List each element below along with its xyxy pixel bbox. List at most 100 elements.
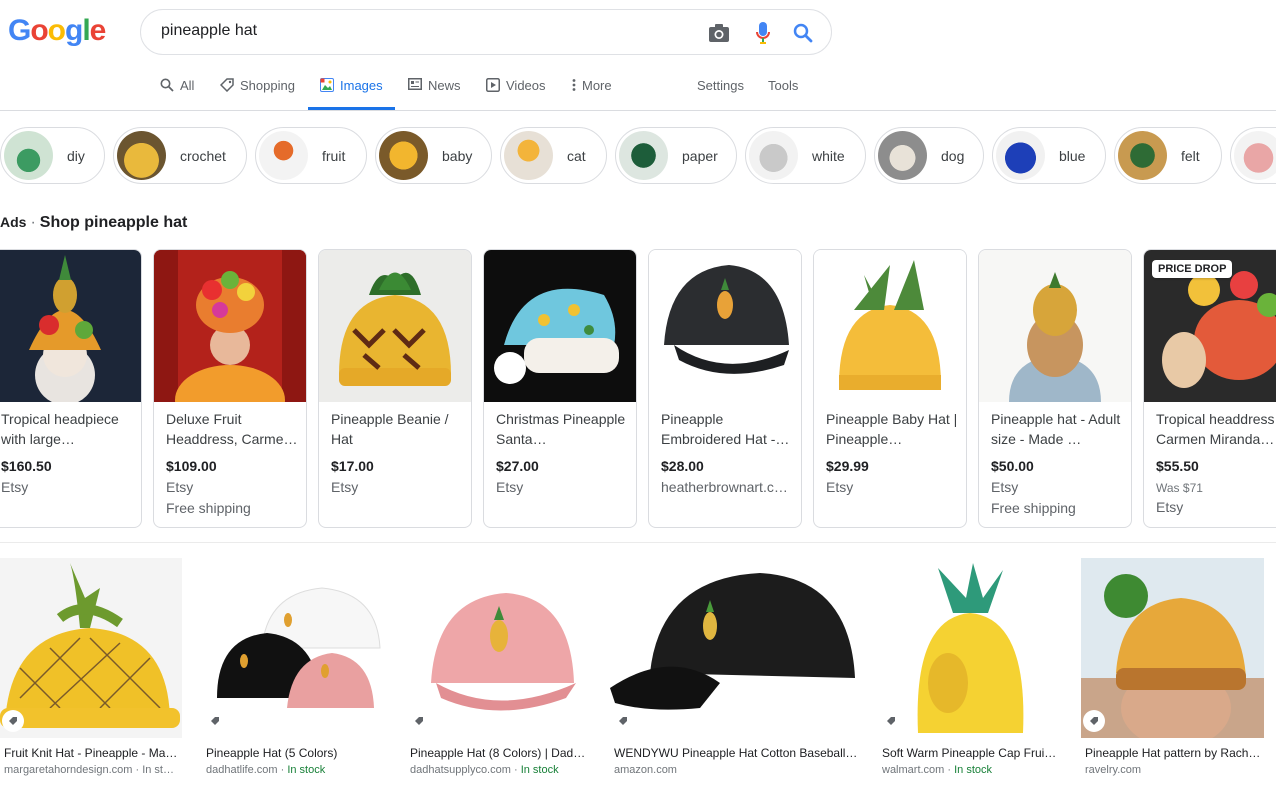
tab-label: Images	[340, 78, 383, 93]
separator: ·	[30, 214, 36, 231]
chip-cat[interactable]: cat	[500, 127, 607, 184]
result-source: margaretahorndesign.com · In st…	[4, 764, 174, 776]
ad-shipping: Free shipping	[166, 500, 251, 516]
result-title: Fruit Knit Hat - Pineapple - Ma…	[4, 746, 178, 760]
chip-white[interactable]: white	[745, 127, 866, 184]
ad-card[interactable]: Pineapple Embroidered Hat -… $28.00 heat…	[648, 249, 802, 528]
result-image	[610, 558, 858, 738]
ad-title: Tropical headpiece with large…	[1, 411, 119, 447]
ad-card[interactable]: PRICE DROP Tropical headdress Carmen Mir…	[1143, 249, 1276, 528]
product-tag-icon	[204, 710, 226, 732]
ad-store: Etsy	[331, 479, 359, 495]
product-tag-icon	[1083, 710, 1105, 732]
chip-fruit[interactable]: fruit	[255, 127, 367, 184]
chip-crochet[interactable]: crochet	[113, 127, 247, 184]
tab-all[interactable]: All	[160, 78, 194, 110]
chip-dog[interactable]: dog	[874, 127, 984, 184]
ad-shipping: Free shipping	[991, 500, 1076, 516]
tab-label: Tools	[768, 78, 799, 93]
chip-thumbnail	[379, 131, 428, 180]
shop-title: Shop pineapple hat	[39, 214, 188, 231]
image-result[interactable]: Pineapple Hat (8 Colors) | Dad… dadhatsu…	[406, 558, 590, 776]
ad-title: Pineapple Baby Hat | Pineapple…	[826, 411, 958, 447]
tab-news[interactable]: News	[408, 78, 461, 110]
search-icon[interactable]	[791, 21, 815, 45]
logo-letter: o	[47, 14, 66, 47]
tab-images[interactable]: Images	[308, 78, 395, 110]
ad-card[interactable]: Christmas Pineapple Santa… $27.00 Etsy	[483, 249, 637, 528]
ads-heading: Ads · Shop pineapple hat	[0, 214, 187, 232]
ad-price: $17.00	[331, 458, 374, 474]
chip-baby[interactable]: baby	[375, 127, 492, 184]
image-result[interactable]: Pineapple Hat pattern by Rach… ravelry.c…	[1081, 558, 1264, 776]
image-result[interactable]: Soft Warm Pineapple Cap Frui… walmart.co…	[878, 558, 1061, 776]
ad-store: Etsy	[826, 479, 854, 495]
ad-card[interactable]: Pineapple Beanie / Hat $17.00 Etsy	[318, 249, 472, 528]
chip-felt[interactable]: felt	[1114, 127, 1222, 184]
chip-label: fruit	[322, 147, 346, 164]
tag-icon	[220, 78, 234, 92]
ad-store: Etsy	[1, 479, 29, 495]
logo-letter: G	[8, 14, 31, 47]
result-image	[406, 558, 590, 738]
ads-label: Ads	[0, 214, 27, 230]
image-result[interactable]: WENDYWU Pineapple Hat Cotton Baseball… a…	[610, 558, 858, 776]
mic-icon[interactable]	[751, 21, 775, 45]
ad-store: Etsy	[991, 479, 1019, 495]
chip-label: baby	[442, 147, 473, 164]
chip-label: diy	[67, 147, 85, 164]
ad-card[interactable]: Pineapple hat - Adult size - Made … $50.…	[978, 249, 1132, 528]
chip-thumbnail	[117, 131, 166, 180]
result-source: walmart.com · In stock	[882, 764, 993, 776]
result-image	[1081, 558, 1264, 738]
chip-more-partial[interactable]	[1230, 127, 1276, 184]
result-source: dadhatlife.com · In stock	[206, 764, 326, 776]
image-result[interactable]: Fruit Knit Hat - Pineapple - Ma… margare…	[0, 558, 182, 776]
search-icon	[160, 78, 174, 92]
ad-card[interactable]: Deluxe Fruit Headdress, Carme… $109.00 E…	[153, 249, 307, 528]
tab-videos[interactable]: Videos	[486, 78, 546, 110]
chip-blue[interactable]: blue	[992, 127, 1106, 184]
search-input[interactable]	[161, 22, 681, 40]
chip-paper[interactable]: paper	[615, 127, 737, 184]
product-image	[484, 250, 636, 402]
chip-thumbnail	[878, 131, 927, 180]
tab-more[interactable]: More	[572, 78, 612, 110]
tab-label: Videos	[506, 78, 546, 93]
chip-label: white	[812, 147, 845, 164]
tab-shopping[interactable]: Shopping	[220, 78, 295, 110]
ad-price: $27.00	[496, 458, 539, 474]
product-image	[154, 250, 306, 435]
result-source: ravelry.com	[1085, 764, 1142, 776]
more-vertical-icon	[572, 79, 576, 91]
logo-letter: e	[89, 14, 107, 47]
tab-label: News	[428, 78, 461, 93]
camera-icon[interactable]	[707, 21, 731, 45]
ad-price: $160.50	[1, 458, 52, 474]
result-source: amazon.com	[614, 764, 677, 776]
image-result[interactable]: Pineapple Hat (5 Colors) dadhatlife.com …	[202, 558, 386, 776]
ad-price: $29.99	[826, 458, 869, 474]
settings-link[interactable]: Settings	[697, 78, 744, 110]
google-logo[interactable]: Google	[8, 14, 107, 48]
ad-card[interactable]: Tropical headpiece with large… $160.50 E…	[0, 249, 142, 528]
ad-title: Pineapple Embroidered Hat -…	[661, 411, 790, 447]
chip-label: blue	[1059, 147, 1086, 164]
ad-price: $109.00	[166, 458, 217, 474]
ad-was-price: Was $71	[1156, 481, 1203, 495]
product-image	[814, 250, 966, 402]
ad-price: $50.00	[991, 458, 1034, 474]
result-title: Pineapple Hat pattern by Rach…	[1085, 746, 1261, 760]
ad-store: Etsy	[1156, 499, 1184, 515]
chip-thumbnail	[504, 131, 553, 180]
logo-letter: o	[30, 14, 48, 47]
product-image	[0, 250, 141, 405]
tools-link[interactable]: Tools	[768, 78, 798, 110]
ad-store: Etsy	[166, 479, 194, 495]
ad-card[interactable]: Pineapple Baby Hat | Pineapple… $29.99 E…	[813, 249, 967, 528]
chip-diy[interactable]: diy	[0, 127, 105, 184]
chip-thumbnail	[619, 131, 668, 180]
ad-title: Tropical headdress Carmen Miranda…	[1156, 411, 1275, 447]
tab-label: Shopping	[240, 78, 295, 93]
result-title: Soft Warm Pineapple Cap Frui…	[882, 746, 1057, 760]
